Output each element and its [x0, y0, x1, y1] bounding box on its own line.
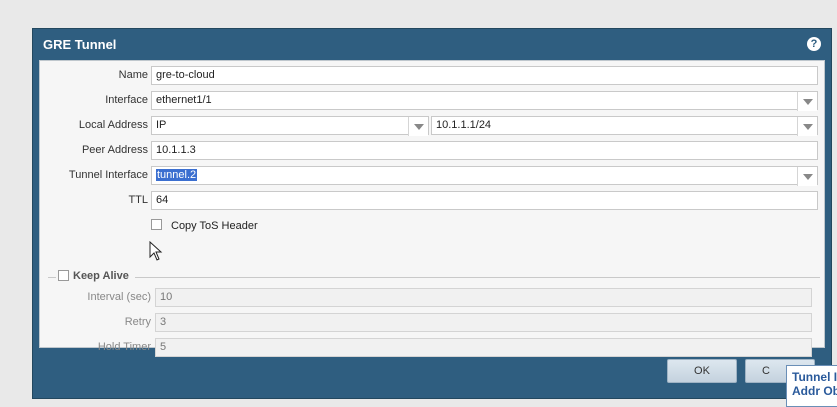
hold-timer-row: Hold Timer 5	[48, 338, 820, 357]
tunnel-interface-value: tunnel.2	[156, 169, 198, 181]
local-address-type-dropdown-icon[interactable]	[408, 117, 428, 136]
tunnel-interface-dropdown-icon[interactable]	[797, 167, 817, 186]
name-input[interactable]: gre-to-cloud	[151, 66, 818, 85]
tunnel-interface-row: Tunnel Interface tunnel.2	[40, 166, 820, 186]
dialog-title: GRE Tunnel	[43, 37, 117, 52]
mouse-cursor-icon	[149, 241, 163, 261]
gre-tunnel-dialog: GRE Tunnel ? Name gre-to-cloud Interface…	[32, 28, 832, 399]
help-icon[interactable]: ?	[807, 37, 821, 51]
retry-row: Retry 3	[48, 313, 820, 332]
interface-label: Interface	[105, 94, 148, 106]
copy-tos-checkbox[interactable]	[151, 219, 162, 230]
retry-label: Retry	[124, 316, 151, 328]
ttl-input[interactable]: 64	[151, 191, 818, 210]
ok-button[interactable]: OK	[667, 359, 737, 383]
ttl-label: TTL	[128, 194, 148, 206]
hold-timer-label: Hold Timer	[97, 341, 151, 353]
local-address-label: Local Address	[78, 119, 148, 131]
hold-timer-input[interactable]: 5	[155, 338, 812, 357]
copy-tos-row: Copy ToS Header	[151, 217, 351, 236]
interval-row: Interval (sec) 10	[48, 288, 820, 307]
dialog-titlebar: GRE Tunnel ?	[33, 29, 831, 60]
local-address-ip-select[interactable]: 10.1.1.1/24	[431, 116, 818, 136]
local-address-type-select[interactable]: IP	[151, 116, 429, 136]
interface-row: Interface ethernet1/1	[40, 91, 820, 111]
tunnel-interface-label: Tunnel Interface	[68, 169, 148, 181]
name-label: Name	[118, 69, 148, 81]
peer-address-input[interactable]: 10.1.1.3	[151, 141, 818, 160]
local-address-ip-dropdown-icon[interactable]	[797, 117, 817, 136]
local-address-ip-value: 10.1.1.1/24	[436, 119, 492, 131]
local-address-type-value: IP	[156, 119, 167, 131]
keep-alive-label: Keep Alive	[73, 270, 129, 282]
tooltip-line-2: Addr Ob	[792, 384, 837, 398]
copy-tos-label: Copy ToS Header	[171, 220, 258, 232]
keep-alive-fieldset: Keep Alive Interval (sec) 10 Retry 3 Hol…	[48, 270, 820, 357]
tooltip: Tunnel I Addr Ob	[786, 365, 837, 407]
interface-dropdown-icon[interactable]	[797, 92, 817, 111]
keep-alive-legend: Keep Alive	[56, 270, 135, 282]
keep-alive-checkbox[interactable]	[58, 270, 69, 281]
ttl-row: TTL 64	[40, 191, 820, 210]
peer-address-row: Peer Address 10.1.1.3	[40, 141, 820, 160]
tooltip-line-1: Tunnel I	[792, 370, 837, 384]
interval-input[interactable]: 10	[155, 288, 812, 307]
interval-label: Interval (sec)	[87, 291, 151, 303]
peer-address-label: Peer Address	[81, 144, 148, 156]
interface-select[interactable]: ethernet1/1	[151, 91, 818, 111]
interface-value: ethernet1/1	[156, 94, 212, 106]
local-address-row: Local Address IP 10.1.1.1/24	[40, 116, 820, 136]
dialog-content: Name gre-to-cloud Interface ethernet1/1 …	[39, 60, 825, 357]
name-row: Name gre-to-cloud	[40, 66, 820, 85]
retry-input[interactable]: 3	[155, 313, 812, 332]
tunnel-interface-select[interactable]: tunnel.2	[151, 166, 818, 186]
